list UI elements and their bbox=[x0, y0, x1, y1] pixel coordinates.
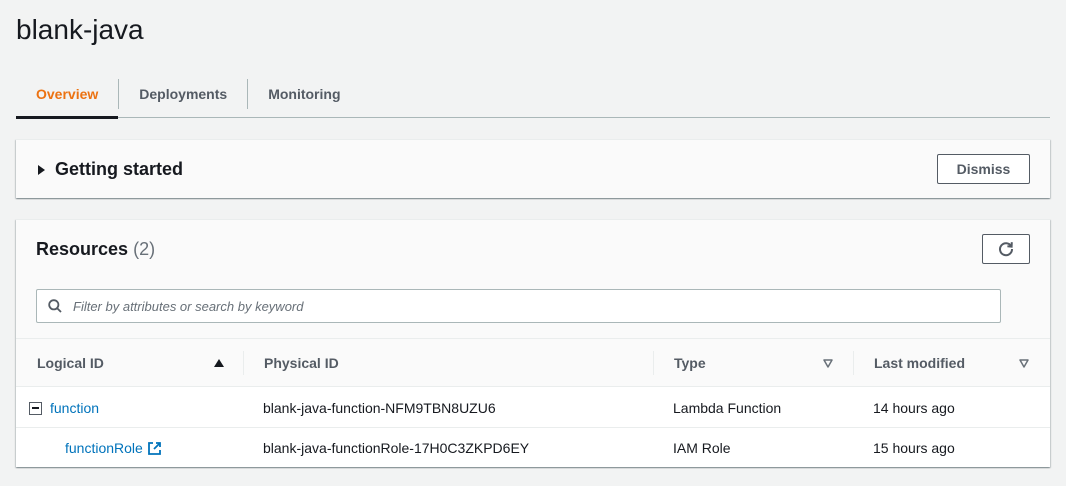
refresh-button[interactable] bbox=[982, 234, 1030, 264]
refresh-icon bbox=[999, 242, 1014, 257]
logical-id-link[interactable]: functionRole bbox=[65, 440, 143, 456]
resources-panel: Resources (2) Logical ID Physical ID Typ… bbox=[16, 219, 1050, 467]
getting-started-panel: Getting started Dismiss bbox=[16, 139, 1050, 198]
physical-id-cell: blank-java-function-NFM9TBN8UZU6 bbox=[263, 400, 496, 416]
search-input[interactable] bbox=[73, 298, 1000, 314]
dismiss-button[interactable]: Dismiss bbox=[937, 154, 1030, 184]
column-divider bbox=[853, 351, 854, 375]
tab-bar: Overview Deployments Monitoring bbox=[16, 70, 1050, 119]
getting-started-title: Getting started bbox=[55, 159, 184, 179]
table-header: Logical ID Physical ID Type Last modifie… bbox=[16, 339, 1050, 387]
tab-overview[interactable]: Overview bbox=[16, 70, 119, 119]
search-field[interactable] bbox=[36, 289, 1001, 323]
collapse-icon[interactable] bbox=[29, 401, 42, 415]
last-modified-cell: 14 hours ago bbox=[873, 400, 955, 416]
search-icon bbox=[37, 299, 73, 313]
last-modified-cell: 15 hours ago bbox=[873, 440, 955, 456]
logical-id-cell: function bbox=[29, 388, 99, 428]
column-divider bbox=[243, 351, 244, 375]
caret-right-icon bbox=[38, 164, 45, 175]
sort-descending-icon[interactable] bbox=[1019, 359, 1029, 368]
column-header-last-modified[interactable]: Last modified bbox=[874, 339, 965, 387]
column-header-physical-id: Physical ID bbox=[264, 355, 339, 371]
logical-id-cell: functionRole bbox=[65, 428, 162, 468]
type-cell: Lambda Function bbox=[673, 400, 782, 416]
resources-header: Resources (2) bbox=[16, 220, 1050, 339]
resources-title-text: Resources bbox=[36, 239, 129, 259]
external-link-icon[interactable] bbox=[147, 441, 162, 456]
sort-ascending-icon[interactable] bbox=[214, 359, 224, 367]
column-divider bbox=[653, 351, 654, 375]
tab-monitoring[interactable]: Monitoring bbox=[248, 70, 360, 118]
physical-id-cell: blank-java-functionRole-17H0C3ZKPD6EY bbox=[263, 440, 530, 456]
table-row: functionRole blank-java-functionRole-17H… bbox=[16, 428, 1050, 468]
resources-count: (2) bbox=[133, 239, 156, 259]
table-row: function blank-java-function-NFM9TBN8UZU… bbox=[16, 388, 1050, 428]
logical-id-link[interactable]: function bbox=[50, 400, 99, 416]
sort-descending-icon[interactable] bbox=[823, 359, 833, 368]
column-header-logical-id[interactable]: Logical ID bbox=[37, 339, 104, 387]
type-cell: IAM Role bbox=[673, 440, 731, 456]
column-header-type[interactable]: Type bbox=[674, 339, 706, 387]
page-title: blank-java bbox=[16, 14, 144, 45]
resources-title: Resources (2) bbox=[36, 239, 155, 260]
tab-deployments[interactable]: Deployments bbox=[119, 70, 247, 118]
getting-started-toggle[interactable]: Getting started bbox=[38, 140, 183, 199]
